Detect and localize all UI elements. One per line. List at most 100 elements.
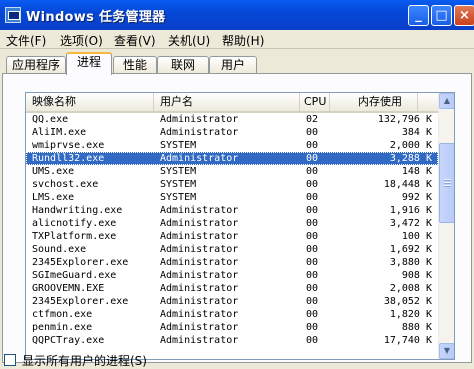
vertical-scrollbar[interactable]: ▲ ▼ (438, 93, 454, 359)
cell-memory: 148 K (401, 166, 432, 177)
cell-image-name: SGImeGuard.exe (32, 270, 117, 281)
cell-image-name: AliIM.exe (32, 127, 87, 138)
cell-cpu: 00 (306, 296, 319, 307)
table-row[interactable]: AliIM.exe Administrator 00 384 K (26, 126, 438, 139)
tab-applications[interactable]: 应用程序 (6, 56, 66, 74)
cell-image-name: Sound.exe (32, 244, 87, 255)
menu-options[interactable]: 选项(O) (60, 32, 103, 49)
table-row[interactable]: SGImeGuard.exe Administrator 00 908 K (26, 269, 438, 282)
cell-memory: 1,820 K (389, 309, 432, 320)
table-row[interactable]: GROOVEMN.EXE Administrator 00 2,008 K (26, 282, 438, 295)
cell-image-name: Rundll32.exe (32, 153, 105, 164)
cell-image-name: 2345Explorer.exe (32, 296, 129, 307)
tab-processes[interactable]: 进程 (66, 52, 112, 75)
table-row[interactable]: TXPlatform.exe Administrator 00 100 K (26, 230, 438, 243)
cell-cpu: 00 (306, 322, 319, 333)
table-row[interactable]: UMS.exe SYSTEM 00 148 K (26, 165, 438, 178)
cell-cpu: 00 (306, 309, 319, 320)
table-row[interactable]: alicnotify.exe Administrator 00 3,472 K (26, 217, 438, 230)
cell-user-name: Administrator (160, 270, 239, 281)
cell-image-name: penmin.exe (32, 322, 93, 333)
list-header: 映像名称 用户名 CPU 内存使用 (26, 93, 438, 113)
cell-user-name: Administrator (160, 322, 239, 333)
cell-user-name: Administrator (160, 205, 239, 216)
cell-image-name: QQPCTray.exe (32, 335, 105, 346)
table-row[interactable]: LMS.exe SYSTEM 00 992 K (26, 191, 438, 204)
table-row[interactable]: QQ.exe Administrator 02 132,796 K (26, 113, 438, 126)
cell-user-name: Administrator (160, 127, 239, 138)
menu-shutdown[interactable]: 关机(U) (168, 32, 210, 49)
tab-networking[interactable]: 联网 (157, 56, 209, 74)
cell-cpu: 00 (306, 166, 319, 177)
cell-image-name: UMS.exe (32, 166, 75, 177)
table-row[interactable]: QQPCTray.exe Administrator 00 17,740 K (26, 334, 438, 347)
cell-cpu: 00 (306, 283, 319, 294)
table-row[interactable]: penmin.exe Administrator 00 880 K (26, 321, 438, 334)
table-row[interactable]: wmiprvse.exe SYSTEM 00 2,000 K (26, 139, 438, 152)
cell-image-name: wmiprvse.exe (32, 140, 105, 151)
cell-user-name: Administrator (160, 283, 239, 294)
table-row[interactable]: ctfmon.exe Administrator 00 1,820 K (26, 308, 438, 321)
maximize-button[interactable]: □ (431, 5, 452, 26)
cell-image-name: LMS.exe (32, 192, 75, 203)
title-bar[interactable]: Windows 任务管理器 _ □ × (0, 0, 474, 30)
menu-help[interactable]: 帮助(H) (222, 32, 264, 49)
cell-memory: 100 K (401, 231, 432, 242)
scroll-up-icon[interactable]: ▲ (439, 93, 454, 109)
process-list[interactable]: 映像名称 用户名 CPU 内存使用 QQ.exe Administrator 02 1… (25, 92, 455, 360)
cell-memory: 38,052 K (383, 296, 432, 307)
cell-memory: 880 K (401, 322, 432, 333)
cell-user-name: SYSTEM (160, 179, 197, 190)
cell-cpu: 00 (306, 127, 319, 138)
tab-users[interactable]: 用户 (209, 56, 257, 74)
cell-user-name: Administrator (160, 231, 239, 242)
cell-cpu: 00 (306, 205, 319, 216)
table-row[interactable]: svchost.exe SYSTEM 00 18,448 K (26, 178, 438, 191)
table-row[interactable]: Rundll32.exe Administrator 00 3,288 K (26, 152, 438, 165)
column-memory[interactable]: 内存使用 (330, 93, 418, 111)
close-button[interactable]: × (454, 5, 474, 26)
cell-cpu: 00 (306, 257, 319, 268)
menu-view[interactable]: 查看(V) (114, 32, 156, 49)
cell-cpu: 02 (306, 114, 319, 125)
column-cpu[interactable]: CPU (300, 93, 330, 111)
menu-file[interactable]: 文件(F) (6, 32, 46, 49)
cell-image-name: alicnotify.exe (32, 218, 117, 229)
table-row[interactable]: Handwriting.exe Administrator 00 1,916 K (26, 204, 438, 217)
tab-performance[interactable]: 性能 (113, 56, 157, 74)
cell-cpu: 00 (306, 179, 319, 190)
cell-image-name: QQ.exe (32, 114, 69, 125)
table-row[interactable]: 2345Explorer.exe Administrator 00 38,052 K (26, 295, 438, 308)
minimize-button[interactable]: _ (408, 5, 429, 26)
table-row[interactable]: Sound.exe Administrator 00 1,692 K (26, 243, 438, 256)
cell-memory: 2,008 K (389, 283, 432, 294)
show-all-processes-label: 显示所有用户的进程(S) (22, 354, 147, 368)
cell-user-name: Administrator (160, 218, 239, 229)
show-all-processes-checkbox[interactable] (4, 354, 16, 366)
cell-image-name: svchost.exe (32, 179, 99, 190)
cell-cpu: 00 (306, 270, 319, 281)
cell-cpu: 00 (306, 218, 319, 229)
scroll-down-icon[interactable]: ▼ (439, 343, 454, 359)
cell-user-name: Administrator (160, 335, 239, 346)
cell-user-name: SYSTEM (160, 166, 197, 177)
cell-memory: 3,472 K (389, 218, 432, 229)
column-image-name[interactable]: 映像名称 (26, 93, 154, 111)
cell-memory: 17,740 K (383, 335, 432, 346)
cell-memory: 1,916 K (389, 205, 432, 216)
cell-cpu: 00 (306, 140, 319, 151)
cell-cpu: 00 (306, 335, 319, 346)
cell-user-name: Administrator (160, 114, 239, 125)
cell-memory: 992 K (401, 192, 432, 203)
cell-user-name: Administrator (160, 153, 239, 164)
cell-memory: 908 K (401, 270, 432, 281)
cell-user-name: SYSTEM (160, 140, 197, 151)
cell-user-name: Administrator (160, 244, 239, 255)
cell-cpu: 00 (306, 244, 319, 255)
cell-cpu: 00 (306, 153, 319, 164)
cell-memory: 132,796 K (377, 114, 432, 125)
task-manager-icon (5, 7, 21, 23)
scroll-thumb[interactable] (439, 143, 454, 223)
table-row[interactable]: 2345Explorer.exe Administrator 00 3,880 K (26, 256, 438, 269)
column-user-name[interactable]: 用户名 (154, 93, 300, 111)
